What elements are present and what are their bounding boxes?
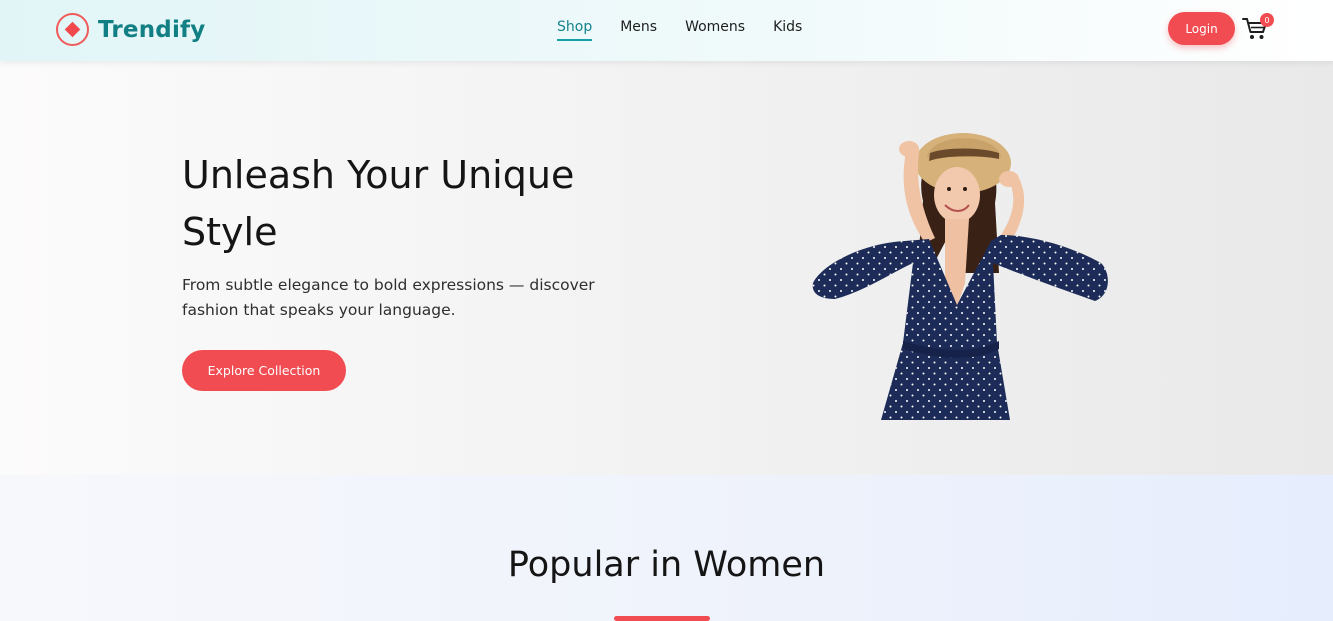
- brand-logo[interactable]: Trendify: [56, 13, 205, 46]
- navbar: Trendify Shop Mens Womens Kids Login 0: [0, 0, 1333, 61]
- brand-name: Trendify: [98, 16, 206, 43]
- diamond-logo-icon: [56, 13, 89, 46]
- popular-section: Popular in Women: [0, 475, 1333, 621]
- cart-count-badge: 0: [1260, 13, 1274, 27]
- hero-model-image: [812, 133, 1108, 420]
- nav-link-womens[interactable]: Womens: [685, 19, 745, 35]
- main-nav: Shop Mens Womens Kids: [557, 19, 830, 41]
- login-button[interactable]: Login: [1168, 12, 1235, 45]
- hero-title: Unleash Your Unique Style: [182, 153, 575, 254]
- explore-collection-button[interactable]: Explore Collection: [182, 350, 346, 391]
- hero-subtitle: From subtle elegance to bold expressions…: [182, 276, 595, 319]
- nav-link-kids[interactable]: Kids: [773, 19, 802, 35]
- hero-section: Unleash Your Unique Style From subtle el…: [0, 61, 1333, 475]
- popular-title: Popular in Women: [507, 545, 826, 585]
- nav-link-mens[interactable]: Mens: [620, 19, 657, 35]
- title-underline: [614, 616, 710, 621]
- nav-link-shop[interactable]: Shop: [557, 19, 593, 41]
